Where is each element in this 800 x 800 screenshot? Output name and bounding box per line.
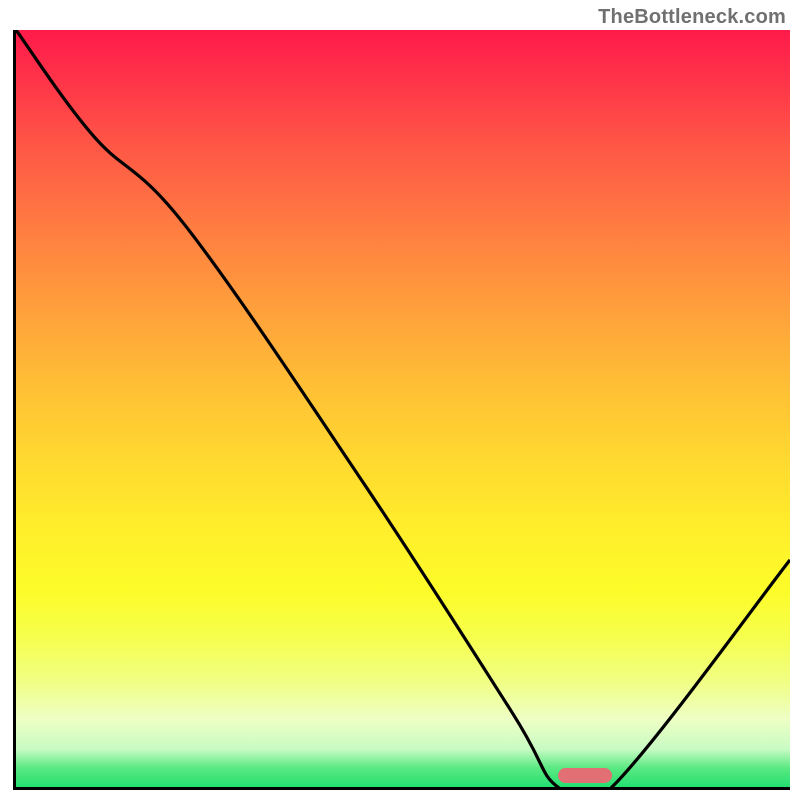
- bottleneck-curve: [16, 30, 790, 787]
- chart-container: TheBottleneck.com: [0, 0, 800, 800]
- optimal-marker: [558, 768, 612, 783]
- plot-area: [13, 30, 790, 790]
- curve-path: [16, 30, 790, 787]
- watermark-text: TheBottleneck.com: [598, 6, 786, 29]
